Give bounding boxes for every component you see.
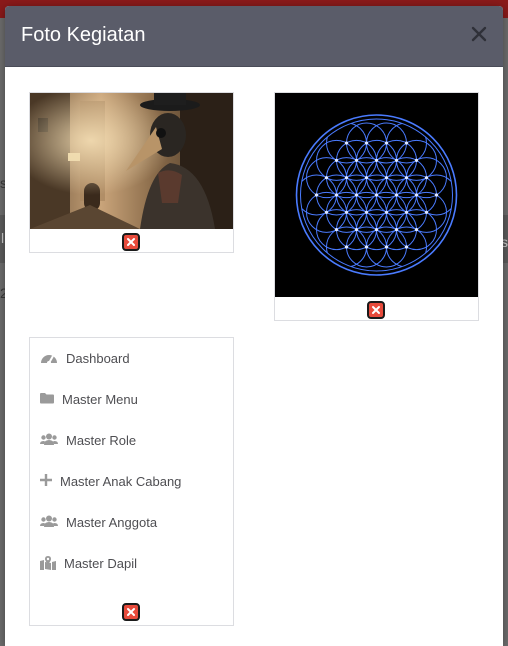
modal-header: Foto Kegiatan <box>5 6 503 67</box>
menu-item-master-menu: Master Menu <box>40 389 138 409</box>
delete-button[interactable] <box>122 603 140 621</box>
tachometer-icon <box>40 351 58 365</box>
close-icon[interactable] <box>469 24 489 44</box>
menu-item-master-dapil: Master Dapil <box>40 553 137 573</box>
plus-icon <box>40 474 52 488</box>
flower-of-life-photo <box>275 93 478 297</box>
delete-button[interactable] <box>367 301 385 319</box>
folder-icon <box>40 392 54 406</box>
menu-screenshot: Dashboard Master Menu Master Role Master… <box>30 338 233 598</box>
photo-modal: Foto Kegiatan Dashboard Master Menu Mast… <box>5 6 503 646</box>
menu-item-label: Dashboard <box>66 350 130 366</box>
menu-item-label: Master Menu <box>62 391 138 407</box>
menu-item-label: Master Dapil <box>64 555 137 571</box>
plague-doctor-photo <box>30 93 233 229</box>
menu-item-master-anggota: Master Anggota <box>40 512 157 532</box>
menu-item-dashboard: Dashboard <box>40 348 130 368</box>
menu-item-master-role: Master Role <box>40 430 136 450</box>
delete-button[interactable] <box>122 233 140 251</box>
background-text: l <box>1 230 5 246</box>
map-marked-icon <box>40 556 56 570</box>
times-icon <box>372 306 380 314</box>
menu-item-label: Master Anak Cabang <box>60 473 182 489</box>
menu-item-label: Master Anggota <box>66 514 158 530</box>
users-icon <box>40 433 58 447</box>
photo-card <box>274 92 479 321</box>
times-icon <box>127 608 135 616</box>
photo-card <box>29 92 234 253</box>
users-icon <box>40 515 58 529</box>
times-icon <box>127 238 135 246</box>
photo-card: Dashboard Master Menu Master Role Master… <box>29 337 234 626</box>
menu-item-label: Master Role <box>66 432 137 448</box>
menu-item-master-anak-cabang: Master Anak Cabang <box>40 471 181 491</box>
modal-title: Foto Kegiatan <box>21 24 146 46</box>
